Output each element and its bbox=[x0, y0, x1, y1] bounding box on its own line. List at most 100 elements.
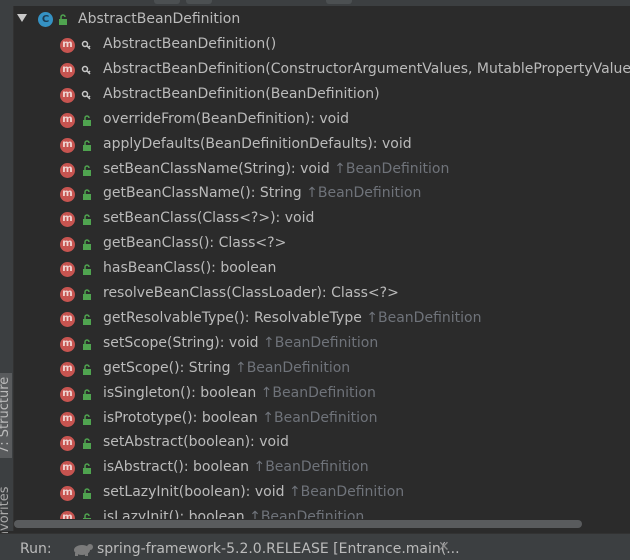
run-config-icon bbox=[74, 544, 93, 556]
tree-member-node[interactable]: isAbstract(): boolean ↑BeanDefinition bbox=[14, 456, 630, 481]
member-label: getBeanClassName(): String ↑BeanDefiniti… bbox=[103, 185, 421, 201]
override-hint: ↑BeanDefinition bbox=[334, 160, 450, 177]
member-label: getResolvableType(): ResolvableType ↑Bea… bbox=[103, 310, 481, 326]
public-lock-icon bbox=[83, 388, 91, 400]
member-label: AbstractBeanDefinition() bbox=[103, 36, 276, 52]
member-label: applyDefaults(BeanDefinitionDefaults): v… bbox=[103, 136, 412, 152]
member-signature: setLazyInit(boolean): void bbox=[103, 484, 285, 501]
tree-member-node[interactable]: isLazyInit(): boolean ↑BeanDefinition bbox=[14, 506, 630, 519]
public-lock-icon bbox=[83, 488, 91, 500]
method-icon bbox=[60, 311, 75, 327]
tree-member-node[interactable]: getScope(): String ↑BeanDefinition bbox=[14, 357, 630, 382]
override-hint: ↑BeanDefinition bbox=[249, 509, 365, 519]
override-hint: ↑BeanDefinition bbox=[262, 409, 378, 426]
public-lock-icon bbox=[83, 463, 91, 475]
method-icon bbox=[60, 386, 75, 402]
member-signature: setScope(String): void bbox=[103, 334, 259, 351]
override-hint: ↑BeanDefinition bbox=[366, 309, 482, 326]
method-icon bbox=[60, 262, 75, 278]
protected-key-icon bbox=[81, 90, 91, 100]
member-signature: isAbstract(): boolean bbox=[103, 459, 250, 476]
method-icon bbox=[60, 461, 75, 477]
tree-member-node[interactable]: applyDefaults(BeanDefinitionDefaults): v… bbox=[14, 133, 630, 158]
member-label: isLazyInit(): boolean ↑BeanDefinition bbox=[103, 509, 364, 519]
member-label: resolveBeanClass(ClassLoader): Class<?> bbox=[103, 285, 399, 301]
member-signature: AbstractBeanDefinition() bbox=[103, 36, 277, 52]
tree-member-node[interactable]: AbstractBeanDefinition() bbox=[14, 33, 630, 58]
member-signature: getBeanClass(): Class<?> bbox=[103, 235, 287, 252]
tree-member-node[interactable]: setLazyInit(boolean): void ↑BeanDefiniti… bbox=[14, 481, 630, 506]
tree-member-node[interactable]: overrideFrom(BeanDefinition): void bbox=[14, 108, 630, 133]
override-hint: ↑BeanDefinition bbox=[306, 185, 422, 202]
member-label: getBeanClass(): Class<?> bbox=[103, 235, 286, 251]
horizontal-scrollbar[interactable] bbox=[14, 520, 582, 528]
member-label: isAbstract(): boolean ↑BeanDefinition bbox=[103, 459, 369, 475]
member-signature: isSingleton(): boolean bbox=[103, 384, 257, 401]
tree-member-node[interactable]: AbstractBeanDefinition(BeanDefinition) bbox=[14, 83, 630, 108]
tree-member-node[interactable]: getBeanClassName(): String ↑BeanDefiniti… bbox=[14, 182, 630, 207]
method-icon bbox=[60, 511, 75, 519]
structure-tool-window: 7: Structure 2: Favorites AbstractBeanDe… bbox=[0, 0, 630, 560]
member-signature: getBeanClassName(): String bbox=[103, 185, 302, 202]
member-label: setLazyInit(boolean): void ↑BeanDefiniti… bbox=[103, 484, 404, 500]
tree-member-node[interactable]: getResolvableType(): ResolvableType ↑Bea… bbox=[14, 307, 630, 332]
member-signature: applyDefaults(BeanDefinitionDefaults): v… bbox=[103, 135, 412, 152]
override-hint: ↑BeanDefinition bbox=[234, 359, 351, 376]
member-label: isPrototype(): boolean ↑BeanDefinition bbox=[103, 410, 377, 426]
member-signature: overrideFrom(BeanDefinition): void bbox=[103, 110, 349, 127]
method-icon bbox=[60, 237, 75, 253]
member-signature: setBeanClass(Class<?>): void bbox=[103, 210, 315, 227]
tree-member-node[interactable]: setBeanClass(Class<?>): void bbox=[14, 207, 630, 232]
tree-member-node[interactable]: AbstractBeanDefinition(ConstructorArgume… bbox=[14, 58, 630, 83]
member-label: setBeanClass(Class<?>): void bbox=[103, 210, 314, 226]
tree-member-node[interactable]: getBeanClass(): Class<?> bbox=[14, 232, 630, 257]
expand-arrow-icon[interactable] bbox=[17, 14, 27, 22]
public-lock-icon bbox=[83, 363, 91, 375]
member-label: getScope(): String ↑BeanDefinition bbox=[103, 360, 350, 376]
member-label: hasBeanClass(): boolean bbox=[103, 260, 276, 276]
public-lock-icon bbox=[83, 164, 91, 176]
public-lock-icon bbox=[59, 14, 67, 25]
tree-member-node[interactable]: setAbstract(boolean): void bbox=[14, 431, 630, 456]
tree-member-node[interactable]: setBeanClassName(String): void ↑BeanDefi… bbox=[14, 158, 630, 183]
protected-key-icon bbox=[81, 40, 91, 50]
left-tool-stripe: 7: Structure 2: Favorites bbox=[0, 6, 14, 560]
public-lock-icon bbox=[83, 214, 91, 226]
method-icon bbox=[60, 112, 75, 128]
override-hint: ↑BeanDefinition bbox=[288, 484, 405, 501]
tree-member-node[interactable]: isPrototype(): boolean ↑BeanDefinition bbox=[14, 407, 630, 432]
member-label: overrideFrom(BeanDefinition): void bbox=[103, 111, 349, 127]
public-lock-icon bbox=[83, 289, 91, 300]
method-icon bbox=[60, 87, 75, 103]
method-icon bbox=[60, 287, 75, 302]
member-label: setBeanClassName(String): void ↑BeanDefi… bbox=[103, 161, 449, 177]
close-icon[interactable]: ✕ bbox=[438, 539, 450, 555]
member-signature: AbstractBeanDefinition(ConstructorArgume… bbox=[103, 60, 630, 77]
tree-member-node[interactable]: resolveBeanClass(ClassLoader): Class<?> bbox=[14, 282, 630, 307]
structure-stripe-button[interactable]: 7: Structure bbox=[0, 372, 12, 458]
member-label: AbstractBeanDefinition(ConstructorArgume… bbox=[103, 61, 630, 77]
class-icon bbox=[38, 12, 53, 27]
run-config-tab[interactable]: spring-framework-5.2.0.RELEASE [Entrance… bbox=[97, 541, 460, 557]
tree-member-node[interactable]: hasBeanClass(): boolean bbox=[14, 257, 630, 282]
override-hint: ↑BeanDefinition bbox=[263, 334, 379, 351]
member-label: setScope(String): void ↑BeanDefinition bbox=[103, 335, 378, 351]
tree-root-node[interactable]: AbstractBeanDefinition bbox=[14, 8, 630, 33]
run-bar: Run: spring-framework-5.2.0.RELEASE [Ent… bbox=[0, 533, 630, 560]
public-lock-icon bbox=[83, 413, 91, 425]
public-lock-icon bbox=[83, 239, 91, 251]
method-icon bbox=[60, 62, 75, 78]
member-signature: hasBeanClass(): boolean bbox=[103, 260, 277, 277]
member-label: AbstractBeanDefinition(BeanDefinition) bbox=[103, 86, 380, 102]
member-signature: getScope(): String bbox=[103, 359, 231, 376]
tree-member-node[interactable]: isSingleton(): boolean ↑BeanDefinition bbox=[14, 382, 630, 407]
class-name: AbstractBeanDefinition bbox=[78, 11, 241, 27]
public-lock-icon bbox=[83, 114, 91, 126]
tree-member-node[interactable]: setScope(String): void ↑BeanDefinition bbox=[14, 332, 630, 357]
method-icon bbox=[60, 486, 75, 502]
public-lock-icon bbox=[83, 264, 91, 276]
structure-tree[interactable]: AbstractBeanDefinition AbstractBeanDefin… bbox=[14, 6, 630, 519]
run-label: Run: bbox=[20, 541, 52, 557]
member-label: setAbstract(boolean): void bbox=[103, 434, 289, 450]
member-signature: isPrototype(): boolean bbox=[103, 409, 258, 426]
